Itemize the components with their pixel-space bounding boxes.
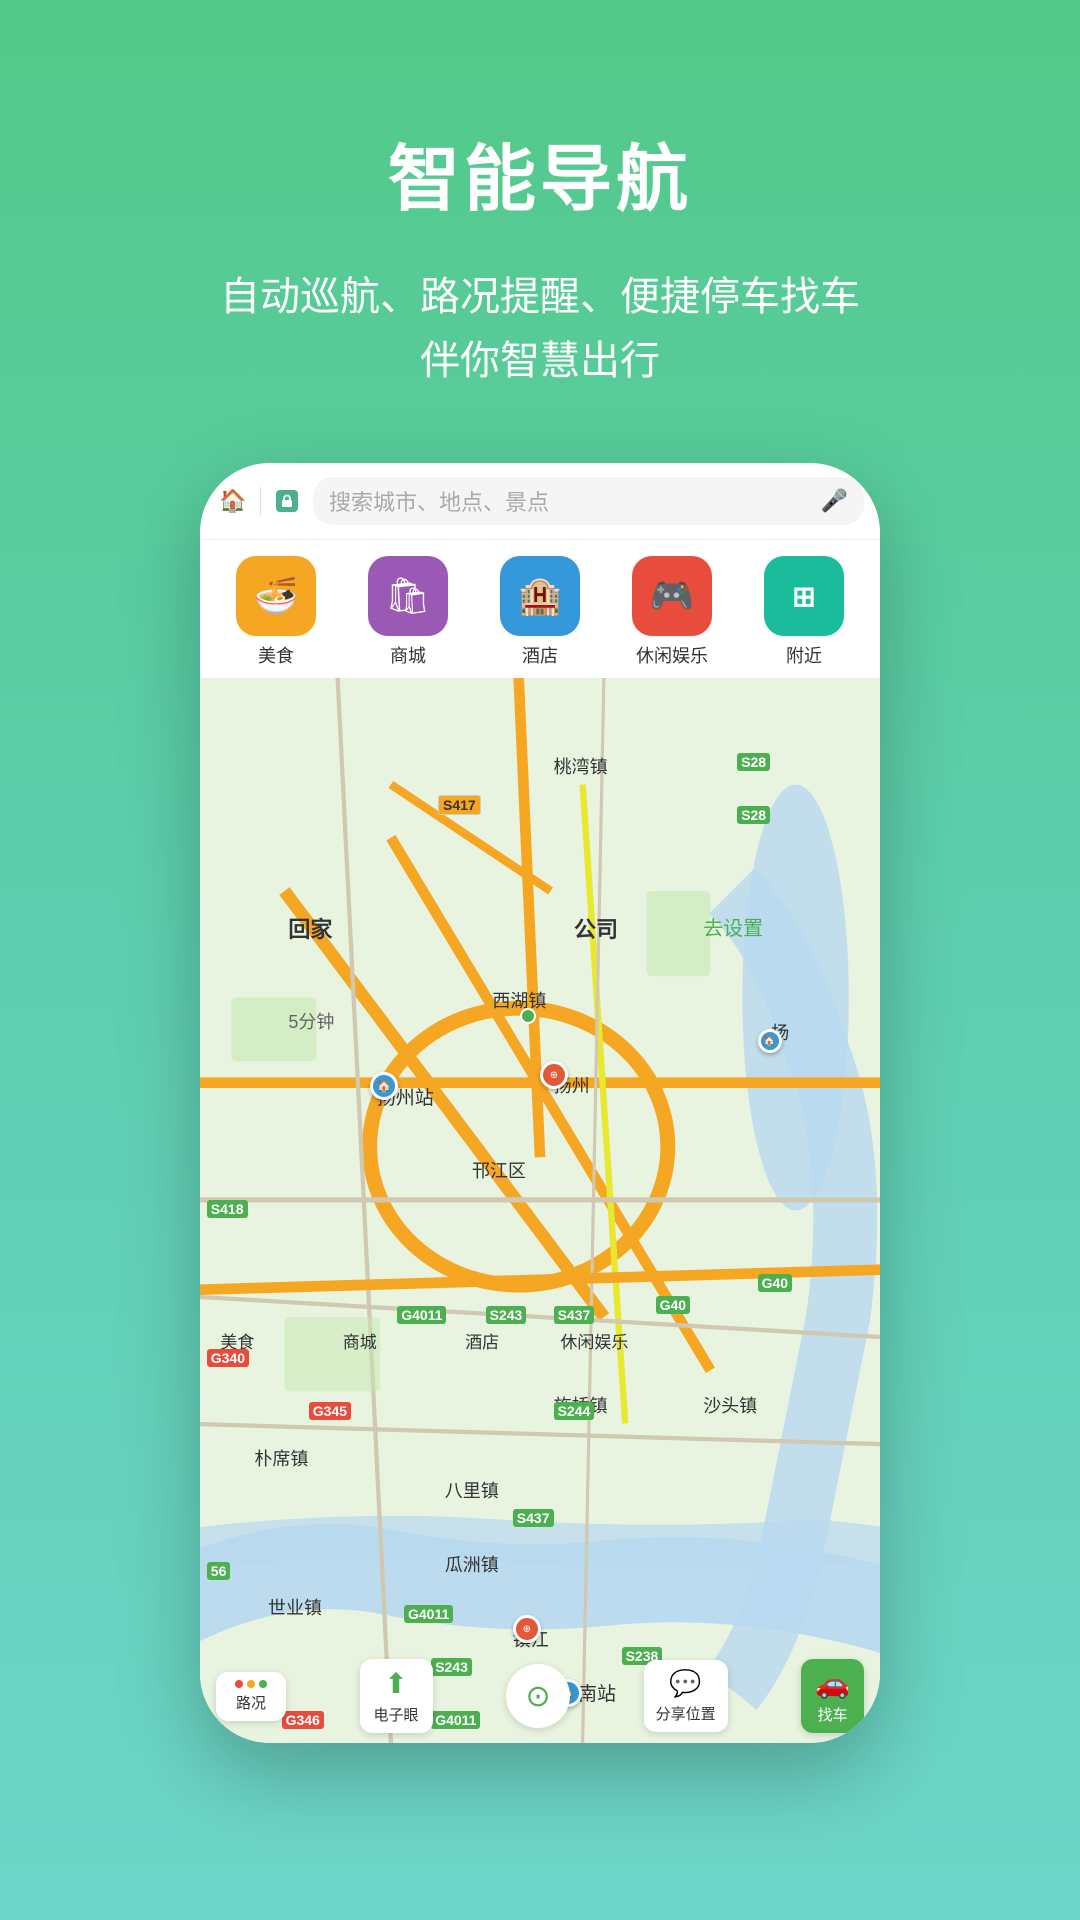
page-subtitle: 自动巡航、路况提醒、便捷停车找车 伴你智慧出行 xyxy=(220,265,860,393)
current-location-dot xyxy=(520,1008,536,1024)
electronic-icon: ⬆ xyxy=(384,1667,407,1700)
map-area[interactable]: 桃湾镇 公司 回家 5分钟 去设置 西湖镇 扬州站 扬州 扬 邗江区 美食 商城… xyxy=(200,678,880,1743)
traffic-button[interactable]: 路况 xyxy=(216,1672,286,1721)
map-label-hanjiangqu: 邗江区 xyxy=(472,1157,526,1183)
map-label-xihuzhen: 西湖镇 xyxy=(492,987,546,1013)
electronic-eye-button[interactable]: ⬆ 电子眼 xyxy=(360,1659,433,1733)
map-label-mall2: 商城 xyxy=(343,1328,377,1353)
category-hotel-label: 酒店 xyxy=(522,642,558,668)
badge-s417: S417 xyxy=(438,795,481,815)
share-icon: 💬 xyxy=(669,1668,701,1699)
map-label-hotel2: 酒店 xyxy=(465,1328,499,1353)
location-icon: ⊙ xyxy=(525,1679,550,1714)
pin-yangzhouzhan: 🏠 xyxy=(370,1072,398,1100)
category-mall[interactable]: 🛍 商城 xyxy=(368,556,448,668)
badge-s243-1: S243 xyxy=(486,1306,527,1324)
map-label-shaqiaozhen: 沙头镇 xyxy=(703,1392,757,1418)
phone-mockup: 🏠 搜索城市、地点、景点 🎤 🍜 美食 🛍 商城 🏨 酒店 xyxy=(200,463,880,1743)
map-label-shiyezhen: 世业镇 xyxy=(268,1594,322,1620)
badge-g4011-1: G4011 xyxy=(397,1306,446,1324)
badge-g340: G340 xyxy=(207,1349,249,1367)
share-label: 分享位置 xyxy=(656,1703,716,1724)
badge-s437-2: S437 xyxy=(513,1509,554,1527)
badge-s244: S244 xyxy=(554,1402,595,1420)
map-label-puxizhen: 朴席镇 xyxy=(254,1445,308,1471)
map-label-guazhouzen: 瓜洲镇 xyxy=(445,1551,499,1577)
badge-s28-2: S28 xyxy=(737,806,770,824)
badge-g40-1: G40 xyxy=(656,1296,690,1314)
lock-icon[interactable] xyxy=(271,485,303,517)
category-nearby[interactable]: ⊞ 附近 xyxy=(764,556,844,668)
category-leisure-label: 休闲娱乐 xyxy=(636,642,708,668)
search-divider xyxy=(260,487,261,515)
badge-g345: G345 xyxy=(309,1402,351,1420)
page-title: 智能导航 xyxy=(388,120,692,225)
badge-g40-2: G40 xyxy=(758,1274,792,1292)
mic-icon[interactable]: 🎤 xyxy=(821,488,848,514)
badge-56: 56 xyxy=(207,1562,231,1580)
bottom-toolbar: 路况 ⬆ 电子眼 ⊙ 💬 分享位置 🚗 找车 xyxy=(200,1649,880,1743)
location-center-button[interactable]: ⊙ xyxy=(506,1664,570,1728)
category-leisure[interactable]: 🎮 休闲娱乐 xyxy=(632,556,712,668)
traffic-label: 路况 xyxy=(236,1692,266,1713)
map-label-leisure2: 休闲娱乐 xyxy=(560,1328,628,1353)
categories-row: 🍜 美食 🛍 商城 🏨 酒店 🎮 休闲娱乐 ⊞ 附近 xyxy=(200,540,880,678)
badge-g4011-2: G4011 xyxy=(404,1605,453,1623)
map-label-settings[interactable]: 去设置 xyxy=(703,912,763,941)
find-car-label: 找车 xyxy=(818,1704,848,1725)
map-label-company: 公司 xyxy=(574,912,618,944)
map-label-5min: 5分钟 xyxy=(288,1008,334,1034)
pin-yang: 🏠 xyxy=(758,1029,782,1053)
map-label-balizhen: 八里镇 xyxy=(445,1477,499,1503)
pin-zhenjiang: ⊕ xyxy=(513,1615,541,1643)
find-car-icon: 🚗 xyxy=(815,1667,850,1700)
badge-s437-1: S437 xyxy=(554,1306,595,1324)
badge-s418: S418 xyxy=(207,1200,248,1218)
category-food[interactable]: 🍜 美食 xyxy=(236,556,316,668)
electronic-label: 电子眼 xyxy=(374,1704,419,1725)
map-label-home: 回家 xyxy=(288,912,332,944)
home-icon[interactable]: 🏠 xyxy=(216,484,250,518)
search-placeholder: 搜索城市、地点、景点 xyxy=(329,485,549,517)
find-car-button[interactable]: 🚗 找车 xyxy=(801,1659,864,1733)
category-nearby-label: 附近 xyxy=(786,642,822,668)
share-button[interactable]: 💬 分享位置 xyxy=(644,1660,728,1732)
search-input[interactable]: 搜索城市、地点、景点 🎤 xyxy=(313,477,864,525)
badge-s28-1: S28 xyxy=(737,753,770,771)
category-hotel[interactable]: 🏨 酒店 xyxy=(500,556,580,668)
category-mall-label: 商城 xyxy=(390,642,426,668)
search-bar: 🏠 搜索城市、地点、景点 🎤 xyxy=(200,463,880,540)
map-label-taowanzhen: 桃湾镇 xyxy=(554,753,608,779)
category-food-label: 美食 xyxy=(258,642,294,668)
